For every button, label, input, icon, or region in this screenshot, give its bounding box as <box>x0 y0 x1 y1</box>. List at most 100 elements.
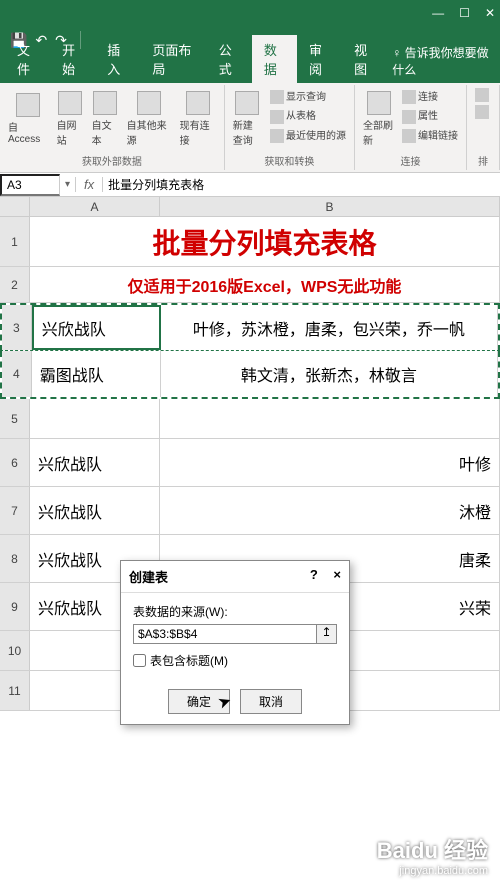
row-header-10[interactable]: 10 <box>0 631 30 670</box>
recent-sources-button[interactable]: 最近使用的源 <box>268 126 348 144</box>
row-header-2[interactable]: 2 <box>0 267 30 302</box>
tab-data[interactable]: 数据 <box>252 35 297 83</box>
tab-review[interactable]: 审阅 <box>297 35 342 83</box>
cell-b7[interactable]: 沐橙 <box>160 487 500 534</box>
cell-a5[interactable] <box>30 399 160 438</box>
title-cell[interactable]: 批量分列填充表格 <box>30 217 500 266</box>
ribbon-group-query: 新建查询 显示查询 从表格 最近使用的源 获取和转换 <box>225 85 355 170</box>
edit-links-button[interactable]: 编辑链接 <box>400 126 460 144</box>
cell-a6[interactable]: 兴欣战队 <box>30 439 160 486</box>
prop-icon <box>402 110 416 124</box>
row-header-6[interactable]: 6 <box>0 439 30 486</box>
cell-a4[interactable]: 霸图战队 <box>32 351 161 397</box>
cell-b3[interactable]: 叶修，苏沐橙，唐柔，包兴荣，乔一帆 <box>161 305 498 350</box>
watermark-url: jingyan.baidu.com <box>377 865 488 877</box>
conn2-icon <box>402 90 416 104</box>
row-header-9[interactable]: 9 <box>0 583 30 630</box>
edit-icon <box>402 129 416 143</box>
refresh-all-button[interactable]: 全部刷新 <box>361 87 396 151</box>
dialog-title: 创建表 <box>129 567 168 586</box>
show-icon <box>270 90 284 104</box>
tab-layout[interactable]: 页面布局 <box>140 35 206 83</box>
from-access-button[interactable]: 自 Access <box>6 87 51 151</box>
ribbon-group-sort: 排 <box>467 85 500 170</box>
group-label: 排 <box>473 153 493 168</box>
cancel-button[interactable]: 取消 <box>240 689 302 714</box>
range-selector-button[interactable]: ↥ <box>317 624 337 644</box>
tab-formulas[interactable]: 公式 <box>207 35 252 83</box>
refresh-icon <box>367 91 391 115</box>
row-header-11[interactable]: 11 <box>0 671 30 710</box>
sort-desc-button[interactable] <box>473 104 493 120</box>
web-icon <box>58 91 82 115</box>
col-header-b[interactable]: B <box>160 197 500 216</box>
formula-bar-row: ▾ fx <box>0 173 500 197</box>
cell-a7[interactable]: 兴欣战队 <box>30 487 160 534</box>
table-row: 4 霸图战队 韩文清，张新杰，林敬言 <box>0 351 500 399</box>
tab-file[interactable]: 文件 <box>5 35 50 83</box>
table-icon <box>270 110 284 124</box>
fx-icon[interactable]: fx <box>75 177 103 192</box>
name-box[interactable] <box>0 174 60 196</box>
subtitle-cell[interactable]: 仅适用于2016版Excel，WPS无此功能 <box>30 267 500 302</box>
cell-b4[interactable]: 韩文清，张新杰，林敬言 <box>161 351 498 397</box>
from-text-button[interactable]: 自文本 <box>90 87 121 151</box>
source-label: 表数据的来源(W): <box>133 603 337 620</box>
row-header-4[interactable]: 4 <box>2 351 32 397</box>
sort-asc-button[interactable] <box>473 87 493 103</box>
group-label: 获取外部数据 <box>6 153 218 168</box>
source-range-input[interactable] <box>133 624 317 644</box>
maximize-button[interactable]: ☐ <box>459 6 470 20</box>
properties-button[interactable]: 属性 <box>400 106 460 124</box>
tab-home[interactable]: 开始 <box>50 35 95 83</box>
table-row: 5 <box>0 399 500 439</box>
column-headers: A B <box>0 197 500 217</box>
cell-a3[interactable]: 兴欣战队 <box>32 305 161 350</box>
has-headers-label: 表包含标题(M) <box>150 652 228 669</box>
window-title-bar: — ☐ ✕ <box>0 0 500 25</box>
dialog-help-button[interactable]: ? <box>310 567 318 582</box>
from-other-button[interactable]: 自其他来源 <box>125 87 174 151</box>
tab-insert[interactable]: 插入 <box>95 35 140 83</box>
name-box-dropdown[interactable]: ▾ <box>60 179 75 190</box>
show-query-button[interactable]: 显示查询 <box>268 87 348 105</box>
select-all-corner[interactable] <box>0 197 30 216</box>
table-row: 6 兴欣战队 叶修 <box>0 439 500 487</box>
row-header-3[interactable]: 3 <box>2 305 32 350</box>
connections-button[interactable]: 连接 <box>400 87 460 105</box>
row-header-8[interactable]: 8 <box>0 535 30 582</box>
ribbon-group-external: 自 Access 自网站 自文本 自其他来源 现有连接 获取外部数据 <box>0 85 225 170</box>
sort-desc-icon <box>475 105 489 119</box>
row-header-7[interactable]: 7 <box>0 487 30 534</box>
close-button[interactable]: ✕ <box>485 6 495 20</box>
text-icon <box>93 91 117 115</box>
dialog-close-button[interactable]: × <box>333 567 341 582</box>
new-query-button[interactable]: 新建查询 <box>231 87 264 151</box>
existing-conn-button[interactable]: 现有连接 <box>178 87 218 151</box>
table-row: 2 仅适用于2016版Excel，WPS无此功能 <box>0 267 500 303</box>
ribbon-group-refresh: 全部刷新 连接 属性 编辑链接 连接 <box>355 85 467 170</box>
formula-input[interactable] <box>103 176 500 194</box>
sort-asc-icon <box>475 88 489 102</box>
row-header-5[interactable]: 5 <box>0 399 30 438</box>
table-row: 7 兴欣战队 沐橙 <box>0 487 500 535</box>
other-icon <box>137 91 161 115</box>
query-icon <box>235 91 259 115</box>
create-table-dialog: 创建表 ? × 表数据的来源(W): ↥ 表包含标题(M) 确定 取消 <box>120 560 350 725</box>
ribbon: 自 Access 自网站 自文本 自其他来源 现有连接 获取外部数据 新建查询 … <box>0 83 500 173</box>
minimize-button[interactable]: — <box>432 6 444 20</box>
row-header-1[interactable]: 1 <box>0 217 30 266</box>
table-row: 3 兴欣战队 叶修，苏沐橙，唐柔，包兴荣，乔一帆 <box>0 303 500 351</box>
cell-b6[interactable]: 叶修 <box>160 439 500 486</box>
has-headers-checkbox[interactable] <box>133 654 146 667</box>
col-header-a[interactable]: A <box>30 197 160 216</box>
access-icon <box>16 93 40 117</box>
tell-me-search[interactable]: ♀ 告诉我你想要做什么 <box>387 39 495 83</box>
recent-icon <box>270 129 284 143</box>
cell-b5[interactable] <box>160 399 500 438</box>
group-label: 获取和转换 <box>231 153 348 168</box>
group-label: 连接 <box>361 153 460 168</box>
from-table-button[interactable]: 从表格 <box>268 106 348 124</box>
from-web-button[interactable]: 自网站 <box>55 87 86 151</box>
tab-view[interactable]: 视图 <box>342 35 387 83</box>
